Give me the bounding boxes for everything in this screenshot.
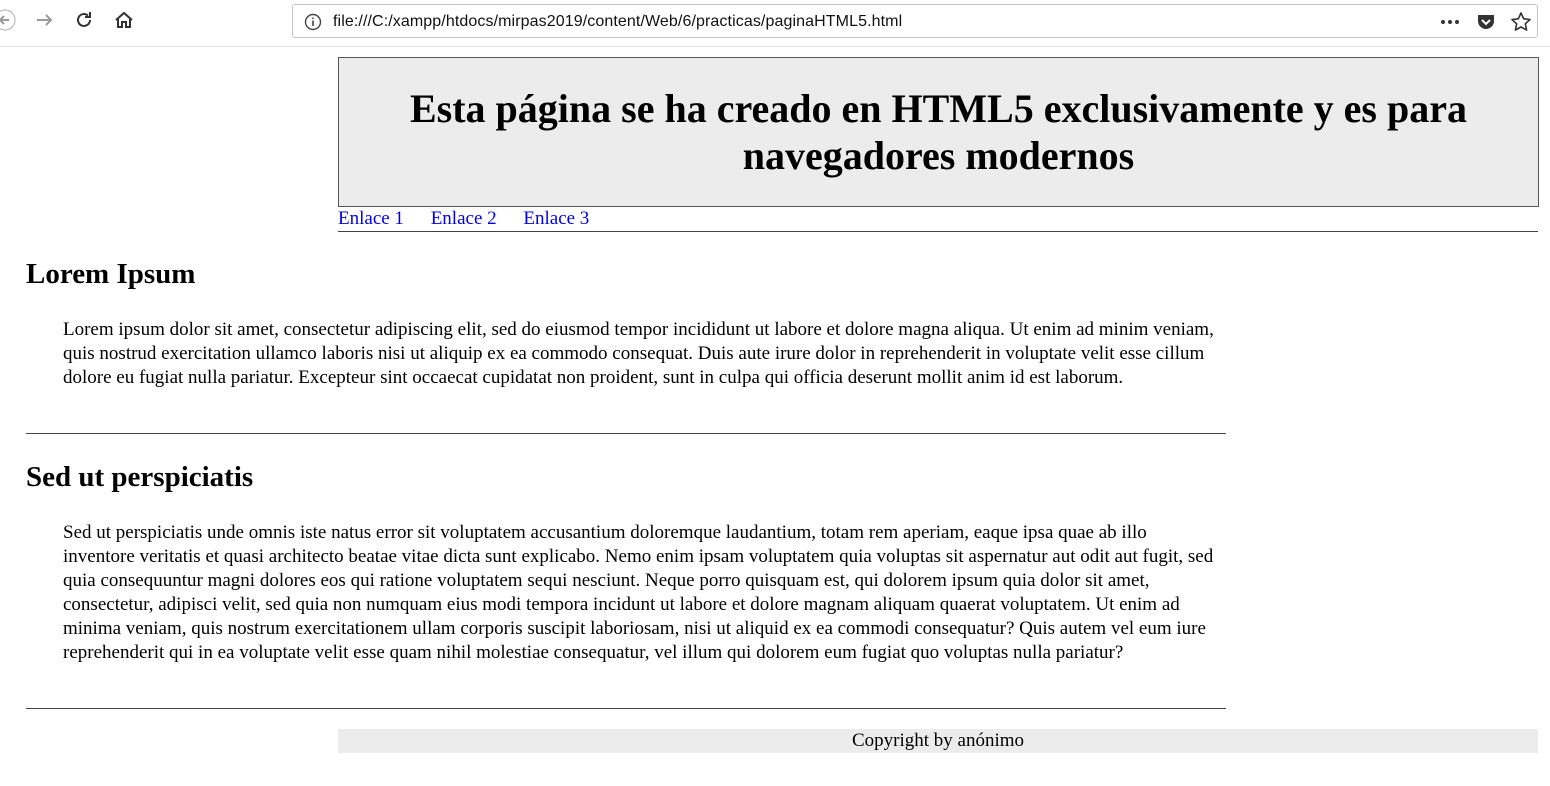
url-text[interactable]: file:///C:/xampp/htdocs/mirpas2019/conte… (333, 13, 902, 31)
article-divider (26, 433, 1226, 434)
page-nav: Enlace 1 Enlace 2 Enlace 3 (338, 207, 1538, 232)
reload-button[interactable] (69, 8, 99, 36)
nav-link-3[interactable]: Enlace 3 (523, 208, 589, 229)
home-button[interactable] (109, 8, 139, 36)
article-title: Sed ut perspiciatis (26, 461, 254, 493)
home-icon (113, 9, 135, 36)
more-icon[interactable] (1439, 11, 1461, 33)
back-icon (0, 8, 16, 36)
reload-icon (73, 9, 95, 36)
article-title: Lorem Ipsum (26, 258, 196, 290)
article-body: Sed ut perspiciatis unde omnis iste natu… (63, 522, 1214, 663)
url-bar[interactable]: file:///C:/xampp/htdocs/mirpas2019/conte… (292, 4, 1538, 38)
article-sed-ut: Sed ut perspiciatis Sed ut perspiciatis … (26, 460, 1226, 709)
bookmark-star-icon[interactable] (1510, 11, 1532, 33)
article-divider (26, 708, 1226, 709)
browser-toolbar: file:///C:/xampp/htdocs/mirpas2019/conte… (0, 0, 1550, 47)
forward-icon (33, 9, 55, 36)
forward-button[interactable] (29, 8, 59, 36)
article-lorem-ipsum: Lorem Ipsum Lorem ipsum dolor sit amet, … (26, 257, 1226, 434)
article-body: Lorem ipsum dolor sit amet, consectetur … (63, 319, 1214, 388)
info-icon[interactable] (302, 11, 324, 33)
copyright-text: Copyright by anónimo (851, 730, 1025, 751)
nav-link-1[interactable]: Enlace 1 (338, 208, 404, 229)
page-footer: Copyright by anónimo (338, 729, 1538, 753)
page-header: Esta página se ha creado en HTML5 exclus… (338, 57, 1539, 207)
back-button[interactable] (0, 8, 20, 36)
pocket-icon[interactable] (1475, 11, 1497, 33)
nav-link-2[interactable]: Enlace 2 (431, 208, 497, 229)
page-title: Esta página se ha creado en HTML5 exclus… (409, 86, 1467, 178)
